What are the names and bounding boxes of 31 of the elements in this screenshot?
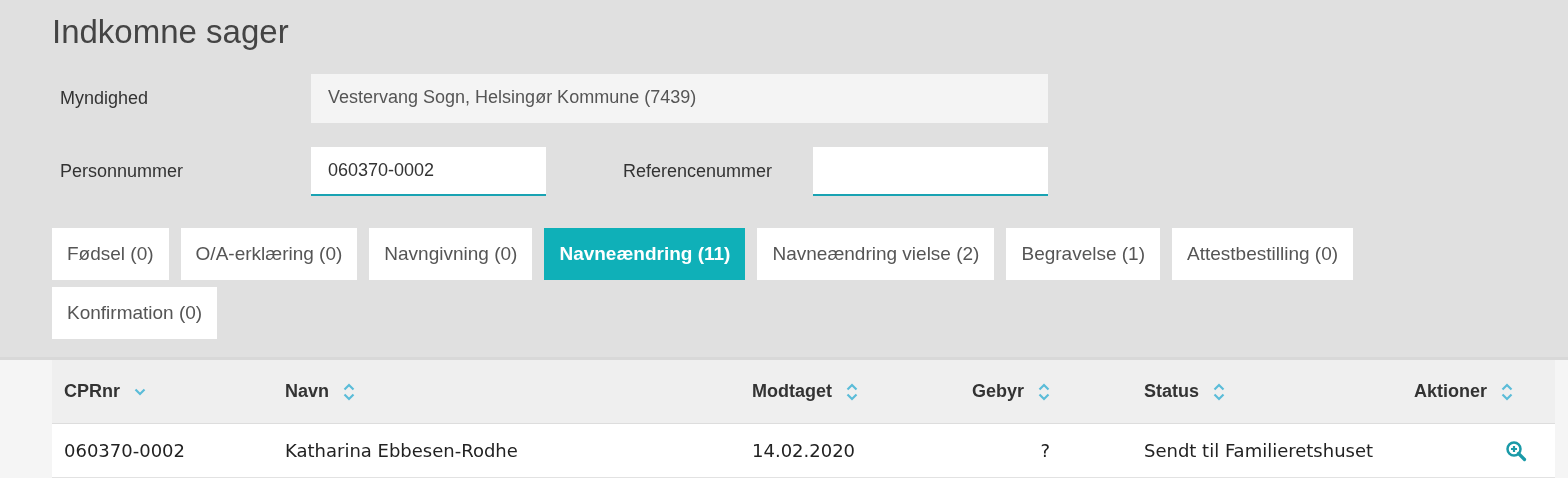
tab[interactable]: Navngivning (0) [369,228,533,280]
column-header[interactable]: Navn [285,381,329,402]
sort-icon[interactable] [1213,382,1225,401]
table-cell: ? [1040,440,1050,461]
tab[interactable]: Fødsel (0) [52,228,169,280]
sort-icon[interactable] [1501,382,1513,401]
field-label: Personnummer [59,161,185,182]
tab[interactable]: Konfirmation (0) [52,287,218,339]
column-header[interactable]: CPRnr [64,381,120,402]
page-title: Indkomne sager [52,12,290,52]
tab[interactable]: O/A-erklæring (0) [180,228,358,280]
column-header[interactable]: Aktioner [1414,381,1487,402]
input-field[interactable]: 060370-0002 [311,147,546,196]
table-cell: Sendt til Familieretshuset [1144,440,1374,461]
field-label: Referencenummer [622,161,774,182]
zoom-in-icon[interactable] [1505,439,1527,462]
column-header[interactable]: Modtaget [752,381,832,402]
tab[interactable]: Begravelse (1) [1006,228,1160,280]
table-cell: Katharina Ebbesen-Rodhe [285,440,518,461]
table-cell: 060370-0002 [64,440,186,461]
field-label: Myndighed [59,88,150,109]
sort-down-icon[interactable] [134,387,146,396]
sort-icon[interactable] [343,382,355,401]
column-header[interactable]: Status [1144,381,1199,402]
sort-icon[interactable] [1038,382,1051,401]
tab[interactable]: Attestbestilling (0) [1172,228,1354,280]
column-header[interactable]: Gebyr [972,381,1025,402]
sort-icon[interactable] [846,382,858,401]
table-cell: 14.02.2020 [752,440,856,461]
input-field[interactable] [813,147,1048,196]
tab[interactable]: Navneændring vielse (2) [757,228,995,280]
